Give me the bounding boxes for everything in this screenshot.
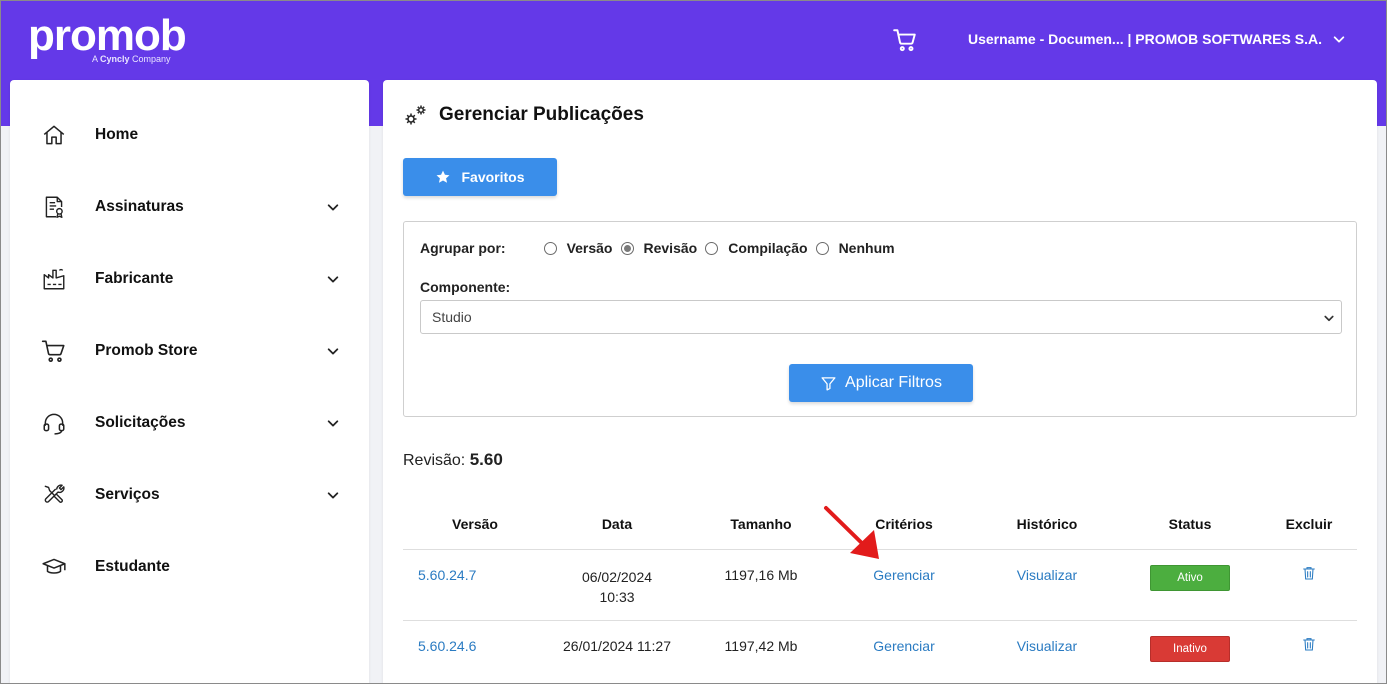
criteria-manage-link[interactable]: Gerenciar (873, 638, 934, 654)
column-header-versao[interactable]: Versão (452, 516, 498, 532)
apply-filters-label: Aplicar Filtros (845, 374, 942, 391)
annotation-arrow-icon (824, 506, 879, 559)
column-header-excluir[interactable]: Excluir (1286, 516, 1333, 532)
favorites-label: Favoritos (461, 169, 525, 185)
page-header: Gerenciar Publicações (403, 102, 644, 128)
cart-icon (40, 337, 68, 365)
sidebar-item-label: Solicitações (95, 414, 186, 431)
revision-label: Revisão: (403, 452, 466, 469)
sidebar-item-solicitacoes[interactable]: Solicitações (10, 393, 369, 453)
sidebar: Home Assinaturas Fabricante Promob Store… (10, 80, 369, 684)
page-title: Gerenciar Publicações (439, 104, 644, 125)
table-row: 5.60.24.6 26/01/2024 11:27 1197,42 Mb Ge… (403, 621, 1357, 684)
radio-label: Revisão (643, 240, 698, 256)
size-cell: 1197,16 Mb (724, 567, 798, 583)
radio-label: Nenhum (838, 240, 895, 256)
history-view-link[interactable]: Visualizar (1017, 567, 1077, 583)
radio-label: Compilação (728, 240, 808, 256)
user-account-menu[interactable]: Username - Documen... | PROMOB SOFTWARES… (968, 31, 1346, 47)
time-text: 10:33 (599, 589, 635, 605)
main-panel: Gerenciar Publicações Favoritos Agrupar … (383, 80, 1377, 684)
revision-value: 5.60 (469, 450, 503, 469)
date-text: 06/02/2024 (581, 569, 653, 585)
revision-heading: Revisão: 5.60 (403, 450, 503, 470)
radio-versao[interactable]: Versão (543, 240, 613, 256)
date-cell: 26/01/2024 11:27 (563, 638, 671, 654)
radio-button-selected[interactable] (620, 241, 634, 255)
filter-icon (821, 376, 836, 391)
chevron-down-icon (1333, 36, 1345, 43)
certificate-document-icon (40, 193, 68, 221)
star-icon (437, 170, 450, 183)
promob-logo[interactable]: promob A Cyncly Company (28, 11, 187, 65)
sidebar-item-label: Promob Store (95, 342, 198, 359)
size-cell: 1197,42 Mb (724, 638, 798, 654)
sidebar-item-home[interactable]: Home (10, 105, 369, 165)
radio-button[interactable] (705, 241, 719, 255)
version-link[interactable]: 5.60.24.6 (418, 638, 476, 654)
gears-icon (405, 105, 426, 125)
sidebar-item-label: Estudante (95, 558, 170, 575)
chevron-down-icon (327, 204, 339, 211)
filter-panel: Agrupar por: Versão Revisão Compilação N… (403, 221, 1357, 417)
date-cell: 06/02/2024 10:33 (582, 567, 652, 607)
chevron-down-icon (1324, 315, 1334, 322)
sidebar-item-label: Home (95, 126, 139, 143)
sidebar-item-estudante[interactable]: Estudante (10, 537, 369, 597)
factory-icon (40, 265, 68, 293)
sidebar-item-label: Assinaturas (95, 198, 184, 215)
sidebar-item-promob-store[interactable]: Promob Store (10, 321, 369, 381)
component-select[interactable]: Studio (420, 300, 1342, 334)
user-account-label: Username - Documen... | PROMOB SOFTWARES… (968, 31, 1322, 47)
radio-compilacao[interactable]: Compilação (705, 240, 808, 256)
component-label: Componente: (420, 279, 511, 295)
headset-icon (40, 409, 68, 437)
sidebar-item-label: Serviços (95, 486, 160, 503)
apply-filters-button[interactable]: Aplicar Filtros (789, 364, 973, 402)
chevron-down-icon (327, 276, 339, 283)
chevron-down-icon (327, 420, 339, 427)
sidebar-item-assinaturas[interactable]: Assinaturas (10, 177, 369, 237)
column-header-tamanho[interactable]: Tamanho (730, 516, 791, 532)
radio-label: Versão (566, 240, 613, 256)
column-header-historico[interactable]: Histórico (1017, 516, 1078, 532)
trash-icon[interactable] (1301, 565, 1317, 581)
tools-icon (40, 481, 68, 509)
logo-wordmark: promob (28, 11, 187, 60)
chevron-down-icon (327, 492, 339, 499)
group-by-label: Agrupar por: (420, 240, 506, 256)
sidebar-item-fabricante[interactable]: Fabricante (10, 249, 369, 309)
radio-nenhum[interactable]: Nenhum (815, 240, 895, 256)
radio-button[interactable] (815, 241, 829, 255)
radio-revisao[interactable]: Revisão (620, 240, 698, 256)
version-link[interactable]: 5.60.24.7 (418, 567, 476, 583)
criteria-manage-link[interactable]: Gerenciar (873, 567, 934, 583)
logo-tagline: A Cyncly Company (92, 54, 171, 64)
trash-icon[interactable] (1301, 636, 1317, 652)
column-header-data[interactable]: Data (602, 516, 632, 532)
history-view-link[interactable]: Visualizar (1017, 638, 1077, 654)
sidebar-item-servicos[interactable]: Serviços (10, 465, 369, 525)
status-badge-active[interactable]: Ativo (1150, 565, 1230, 591)
graduation-cap-icon (40, 553, 68, 581)
radio-button[interactable] (543, 241, 557, 255)
cart-icon[interactable] (892, 27, 918, 53)
group-by-row: Agrupar por: Versão Revisão Compilação N… (420, 240, 903, 256)
sidebar-item-label: Fabricante (95, 270, 174, 287)
chevron-down-icon (327, 348, 339, 355)
favorites-button[interactable]: Favoritos (403, 158, 557, 196)
home-icon (40, 121, 68, 149)
component-selected-value: Studio (432, 309, 472, 325)
status-badge-inactive[interactable]: Inativo (1150, 636, 1230, 662)
column-header-status[interactable]: Status (1169, 516, 1212, 532)
